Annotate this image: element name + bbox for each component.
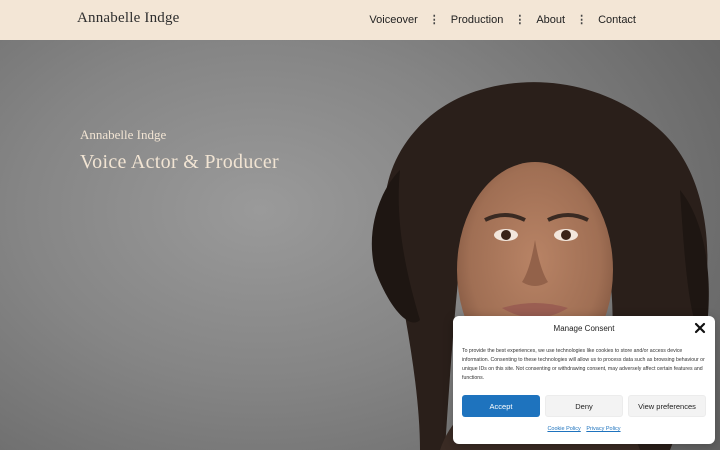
main-nav: Voiceover ⋮ Production ⋮ About ⋮ Contact [369,13,636,27]
nav-production[interactable]: Production [451,14,504,26]
consent-links: Cookie Policy Privacy Policy [453,426,715,432]
site-logo[interactable]: Annabelle Indge [77,10,180,27]
nav-separator: ⋮ [576,14,588,26]
deny-button[interactable]: Deny [545,395,623,417]
hero-title: Voice Actor & Producer [80,151,279,173]
nav-voiceover[interactable]: Voiceover [369,14,417,26]
nav-about[interactable]: About [536,14,565,26]
consent-dialog: Manage Consent To provide the best exper… [453,316,715,444]
site-header: Annabelle Indge Voiceover ⋮ Production ⋮… [0,0,720,40]
privacy-policy-link[interactable]: Privacy Policy [586,426,620,432]
accept-button[interactable]: Accept [462,395,540,417]
view-preferences-button[interactable]: View preferences [628,395,706,417]
nav-separator: ⋮ [428,14,440,26]
cookie-policy-link[interactable]: Cookie Policy [547,426,580,432]
consent-description: To provide the best experiences, we use … [462,348,705,381]
consent-title: Manage Consent [553,324,615,333]
nav-separator: ⋮ [514,14,526,26]
hero-subtitle: Annabelle Indge [80,127,167,142]
nav-contact[interactable]: Contact [598,14,636,26]
close-icon[interactable] [694,322,706,334]
